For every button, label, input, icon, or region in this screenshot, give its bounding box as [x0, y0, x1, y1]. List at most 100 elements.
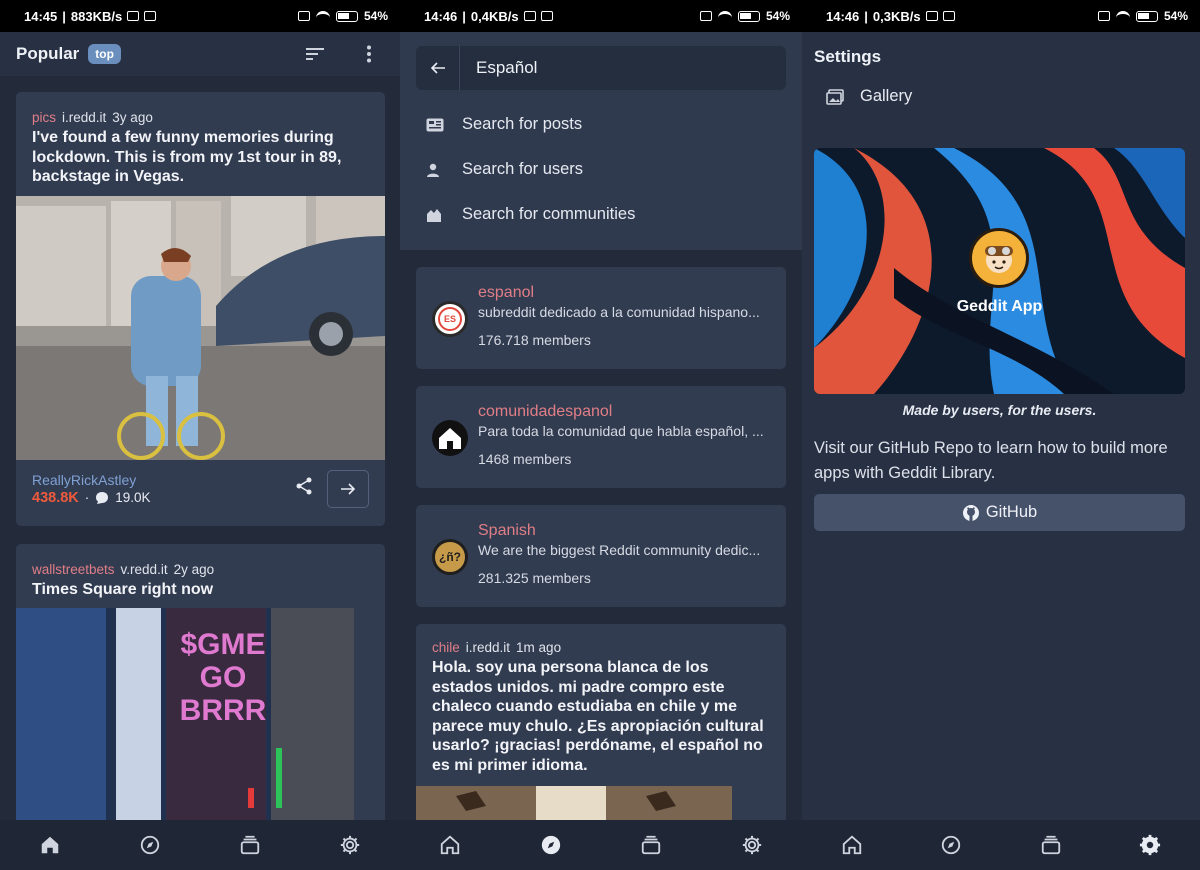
nav-subscriptions[interactable]: [631, 825, 671, 865]
nav-settings[interactable]: [330, 825, 370, 865]
nav-home[interactable]: [430, 825, 470, 865]
nav-home[interactable]: [30, 825, 70, 865]
stack-icon: [1041, 835, 1060, 855]
nav-home[interactable]: [832, 825, 872, 865]
app-bar: Popular top: [0, 32, 400, 76]
github-description: Visit our GitHub Repo to learn how to bu…: [814, 439, 1168, 482]
status-time: 14:45: [24, 8, 58, 24]
arrow-left-icon: [430, 62, 445, 74]
post-author[interactable]: ReallyRickAstley: [32, 472, 295, 488]
post-subreddit[interactable]: chile: [432, 640, 460, 655]
community-name: Spanish: [478, 522, 536, 539]
post-card[interactable]: chile i.redd.it 1m ago Hola. soy una perso…: [416, 624, 786, 844]
post-age: 1m ago: [516, 640, 562, 655]
share-button[interactable]: [295, 477, 313, 500]
compass-icon: [942, 835, 961, 855]
tagline: Made by users, for the users.: [902, 402, 1097, 418]
stack-icon: [240, 835, 260, 855]
post-subreddit[interactable]: wallstreetbets: [32, 562, 115, 577]
nav-explore[interactable]: [531, 825, 571, 865]
github-button[interactable]: GitHub: [814, 494, 1185, 531]
sort-button[interactable]: [300, 39, 330, 69]
arrow-right-icon: [341, 482, 356, 495]
post-score: 438.8K: [32, 489, 79, 506]
search-posts-label: Search for posts: [462, 115, 583, 133]
community-result[interactable]: ¿ñ? Spanish We are the biggest Reddit com…: [416, 505, 786, 607]
more-vert-icon: [367, 45, 371, 63]
gallery-option[interactable]: Gallery: [814, 87, 1185, 106]
home-icon: [41, 836, 59, 854]
community-avatar: ES: [432, 301, 468, 337]
home-icon: [441, 835, 460, 855]
post-title[interactable]: Times Square right now: [16, 577, 385, 609]
open-post-button[interactable]: [327, 469, 369, 508]
post-image[interactable]: [16, 195, 385, 460]
gallery-label: Gallery: [860, 87, 913, 105]
github-icon: [962, 504, 979, 521]
nav-explore[interactable]: [931, 825, 971, 865]
status-time: 14:46: [424, 8, 458, 24]
battery-icon: [737, 10, 760, 22]
sort-chip[interactable]: top: [88, 44, 121, 64]
post-age: 3y ago: [112, 110, 153, 125]
post-domain: v.redd.it: [120, 561, 168, 577]
search-communities-option[interactable]: Search for communities: [416, 192, 786, 237]
battery-icon: [1135, 10, 1158, 22]
search-users-option[interactable]: Search for users: [416, 147, 786, 192]
overflow-menu-button[interactable]: [354, 39, 384, 69]
nav-subscriptions[interactable]: [1031, 825, 1071, 865]
post-meta: wallstreetbets v.redd.it 2y ago: [16, 544, 385, 577]
search-input[interactable]: Español: [416, 46, 786, 90]
community-description: Para toda la comunidad que habla español…: [478, 423, 764, 439]
post-image[interactable]: $GME GO BRRR: [16, 608, 354, 838]
post-card[interactable]: wallstreetbets v.redd.it 2y ago Times Squa…: [16, 543, 385, 844]
compass-icon: [140, 835, 160, 855]
search-users-label: Search for users: [462, 160, 584, 178]
user-icon: [427, 163, 439, 177]
status-time: 14:46: [826, 8, 860, 24]
post-title[interactable]: I've found a few funny memories during l…: [16, 125, 385, 196]
nav-explore[interactable]: [130, 825, 170, 865]
bottom-nav: [400, 820, 802, 870]
compass-icon: [541, 835, 560, 855]
nav-settings[interactable]: [732, 825, 772, 865]
search-panel: Español Search for posts Search for user…: [400, 32, 802, 250]
community-result[interactable]: ES espanol subreddit dedicado a la comuni…: [416, 267, 786, 369]
github-button-label: GitHub: [985, 503, 1038, 521]
sort-icon: [306, 48, 324, 60]
app-banner: Geddit App: [814, 148, 1185, 394]
notification-icon: [925, 11, 938, 21]
search-value[interactable]: Español: [476, 58, 537, 78]
community-description: We are the biggest Reddit community dedi…: [478, 542, 761, 558]
nav-settings[interactable]: [1130, 825, 1170, 865]
post-card[interactable]: pics i.redd.it 3y ago I've found a few fun…: [16, 92, 385, 526]
back-button[interactable]: [416, 46, 460, 90]
gear-icon: [742, 835, 761, 855]
community-name: espanol: [478, 284, 535, 301]
wifi-icon: [717, 11, 732, 21]
page-title: Popular: [16, 44, 80, 63]
search-results[interactable]: ES espanol subreddit dedicado a la comuni…: [400, 250, 802, 844]
battery-icon: [335, 10, 358, 22]
status-bar: 14:45 | 883KB/s 54%: [0, 0, 400, 32]
sim-icon: [699, 11, 712, 21]
status-speed: 0,4KB/s: [470, 8, 519, 24]
post-age: 2y ago: [173, 561, 215, 577]
share-icon: [296, 477, 312, 495]
notification-icon: [127, 11, 140, 21]
post-feed[interactable]: pics i.redd.it 3y ago I've found a few fun…: [0, 76, 400, 844]
image-text: $GME GO BRRR: [179, 628, 267, 727]
screens: 14:45 | 883KB/s 54% Popular top pics i.redd…: [0, 0, 1200, 870]
community-avatar: [432, 420, 468, 456]
screen-icon: [540, 11, 553, 21]
community-result[interactable]: comunidadespanol Para toda la comunidad q…: [416, 386, 786, 488]
post-title[interactable]: Hola. soy una persona blanca de los esta…: [416, 655, 786, 784]
search-posts-option[interactable]: Search for posts: [416, 102, 786, 147]
mascot-icon: [985, 246, 1013, 273]
post-subreddit[interactable]: pics: [32, 110, 56, 125]
bottom-nav: [0, 820, 400, 870]
gear-icon: [1140, 834, 1161, 856]
bottom-nav: [802, 820, 1200, 870]
nav-subscriptions[interactable]: [230, 825, 270, 865]
community-members: 1468 members: [478, 451, 572, 467]
